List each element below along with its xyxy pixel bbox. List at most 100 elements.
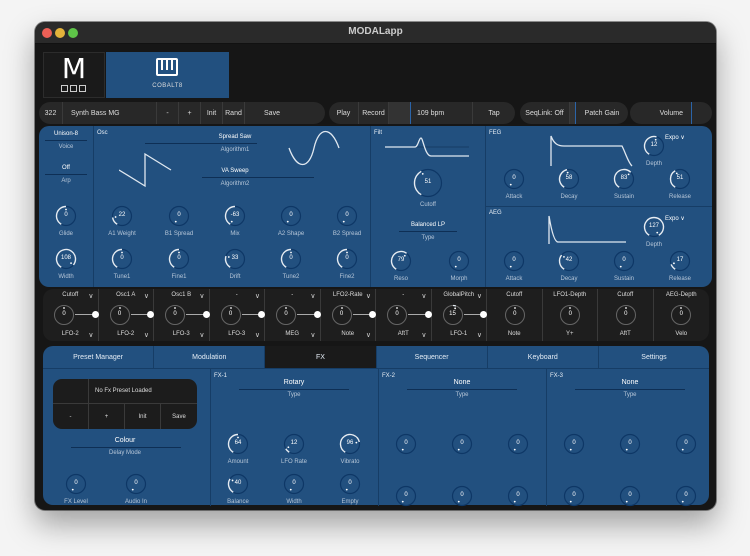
modal-logo-tab[interactable]: M xyxy=(43,52,105,98)
arp-select[interactable]: Off xyxy=(39,165,93,171)
osc-fine2-knob[interactable]: 0 xyxy=(336,248,358,270)
fx1-type-select[interactable]: Rotary xyxy=(244,379,344,386)
tab-sequencer[interactable]: Sequencer xyxy=(376,346,488,368)
mod-amount-knob[interactable]: 15 xyxy=(442,304,464,326)
fx-preset-save-button[interactable]: Save xyxy=(161,404,197,429)
fx3-param-6-knob[interactable]: 0 xyxy=(675,485,697,507)
mod-amount-knob[interactable]: 0 xyxy=(164,304,186,326)
tab-modulation[interactable]: Modulation xyxy=(154,346,266,368)
mod-source-select[interactable]: AftT xyxy=(598,331,653,337)
osc-tune1-knob[interactable]: 0 xyxy=(111,248,133,270)
fx2-param-5-knob[interactable]: 0 xyxy=(451,485,473,507)
fx-preset-prev-button[interactable]: - xyxy=(53,404,89,429)
tab-preset-manager[interactable]: Preset Manager xyxy=(43,346,155,368)
fx2-param-4-knob[interactable]: 0 xyxy=(395,485,417,507)
fx2-param-3-knob[interactable]: 0 xyxy=(507,433,529,455)
chevron-down-icon[interactable]: ∨ xyxy=(88,331,93,339)
mod-amount-knob[interactable]: 0 xyxy=(615,304,637,326)
patch-gain-label[interactable]: Patch Gain xyxy=(576,102,628,124)
fx3-type-select[interactable]: None xyxy=(580,379,680,386)
fx-preset-next-button[interactable]: + xyxy=(89,404,125,429)
mod-amount-knob[interactable]: 0 xyxy=(559,304,581,326)
chevron-down-icon[interactable]: ∨ xyxy=(144,292,149,300)
fx2-param-1-knob[interactable]: 0 xyxy=(395,433,417,455)
fx-audio-in-knob[interactable]: 0 xyxy=(125,473,147,495)
record-button[interactable]: Record xyxy=(359,102,389,124)
fx-preset-init-button[interactable]: Init xyxy=(125,404,161,429)
fx-fx-level-knob[interactable]: 0 xyxy=(65,473,87,495)
feg-sustain-knob[interactable]: 83 xyxy=(613,168,635,190)
chevron-down-icon[interactable]: ∨ xyxy=(199,292,204,300)
preset-rand-button[interactable]: Rand xyxy=(223,102,245,124)
mod-destination-select[interactable]: LFO1-Depth xyxy=(543,292,598,298)
volume-slider[interactable]: Volume xyxy=(630,102,692,124)
preset-number[interactable]: 322 xyxy=(39,102,63,124)
aeg-attack-knob[interactable]: 0 xyxy=(503,250,525,272)
filter-type-select[interactable]: Balanced LP xyxy=(378,222,478,228)
chevron-down-icon[interactable]: ∨ xyxy=(199,331,204,339)
chevron-down-icon[interactable]: ∨ xyxy=(366,331,371,339)
osc-fine1-knob[interactable]: 0 xyxy=(168,248,190,270)
glide-knob[interactable]: 0 xyxy=(55,205,77,227)
feg-attack-knob[interactable]: 0 xyxy=(503,168,525,190)
fx1-balance-knob[interactable]: 40 xyxy=(227,473,249,495)
fx3-param-5-knob[interactable]: 0 xyxy=(619,485,641,507)
mod-amount-knob[interactable]: 0 xyxy=(331,304,353,326)
osc-a1-weight-knob[interactable]: 22 xyxy=(111,205,133,227)
tab-settings[interactable]: Settings xyxy=(598,346,710,368)
mod-amount-knob[interactable]: 0 xyxy=(670,304,692,326)
mod-amount-knob[interactable]: 0 xyxy=(109,304,131,326)
osc-mix-knob[interactable]: -63 xyxy=(224,205,246,227)
fx2-param-6-knob[interactable]: 0 xyxy=(507,485,529,507)
chevron-down-icon[interactable]: ∨ xyxy=(310,292,315,300)
delay-mode-select[interactable]: Colour xyxy=(75,437,175,444)
device-tab-cobalt8[interactable]: COBALT8 xyxy=(106,52,229,98)
chevron-down-icon[interactable]: ∨ xyxy=(421,292,426,300)
volume-slider-end[interactable] xyxy=(692,102,712,124)
fx3-param-1-knob[interactable]: 0 xyxy=(563,433,585,455)
feg-decay-knob[interactable]: 58 xyxy=(558,168,580,190)
aeg-curve-select[interactable]: Expo ∨ xyxy=(665,215,685,222)
mod-amount-knob[interactable]: 0 xyxy=(504,304,526,326)
algorithm1-select[interactable]: Spread Saw xyxy=(185,134,285,140)
chevron-down-icon[interactable]: ∨ xyxy=(255,292,260,300)
mod-destination-select[interactable]: AEG-Depth xyxy=(654,292,710,298)
preset-name[interactable]: Synth Bass MG xyxy=(63,102,157,124)
aeg-depth-knob[interactable]: 127 xyxy=(643,216,665,238)
fx3-param-2-knob[interactable]: 0 xyxy=(619,433,641,455)
mod-link-handle[interactable] xyxy=(313,311,321,318)
mod-link-handle[interactable] xyxy=(147,311,154,318)
osc-b1-spread-knob[interactable]: 0 xyxy=(168,205,190,227)
mod-amount-knob[interactable]: 0 xyxy=(53,304,75,326)
mod-link-handle[interactable] xyxy=(202,311,210,318)
fx1-empty-knob[interactable]: 0 xyxy=(339,473,361,495)
chevron-down-icon[interactable]: ∨ xyxy=(88,292,93,300)
osc-b2-spread-knob[interactable]: 0 xyxy=(336,205,358,227)
chevron-down-icon[interactable]: ∨ xyxy=(144,331,149,339)
mod-destination-select[interactable]: Cutoff xyxy=(487,292,542,298)
osc-tune2-knob[interactable]: 0 xyxy=(280,248,302,270)
algorithm2-select[interactable]: VA Sweep xyxy=(185,168,285,174)
filter-cutoff-knob[interactable]: 51 xyxy=(413,168,443,198)
tab-fx[interactable]: FX xyxy=(265,346,377,368)
fx1-amount-knob[interactable]: 64 xyxy=(227,433,249,455)
mod-link-handle[interactable] xyxy=(424,311,432,318)
preset-init-button[interactable]: Init xyxy=(201,102,223,124)
play-button[interactable]: Play xyxy=(329,102,359,124)
fx3-param-4-knob[interactable]: 0 xyxy=(563,485,585,507)
chevron-down-icon[interactable]: ∨ xyxy=(366,292,371,300)
fx2-param-2-knob[interactable]: 0 xyxy=(451,433,473,455)
unison-select[interactable]: Unison-8 xyxy=(39,131,93,137)
osc-a2-shape-knob[interactable]: 0 xyxy=(280,205,302,227)
mod-link-handle[interactable] xyxy=(480,311,487,318)
fx1-lfo-rate-knob[interactable]: 12 xyxy=(283,433,305,455)
mod-link-handle[interactable] xyxy=(258,311,265,318)
preset-next-button[interactable]: + xyxy=(179,102,201,124)
fx3-param-3-knob[interactable]: 0 xyxy=(675,433,697,455)
chevron-down-icon[interactable]: ∨ xyxy=(310,331,315,339)
mod-amount-knob[interactable]: 0 xyxy=(220,304,242,326)
tap-tempo-button[interactable]: Tap xyxy=(473,102,515,124)
preset-prev-button[interactable]: - xyxy=(157,102,179,124)
feg-depth-knob[interactable]: 12 xyxy=(643,135,665,157)
feg-release-knob[interactable]: 51 xyxy=(669,168,691,190)
